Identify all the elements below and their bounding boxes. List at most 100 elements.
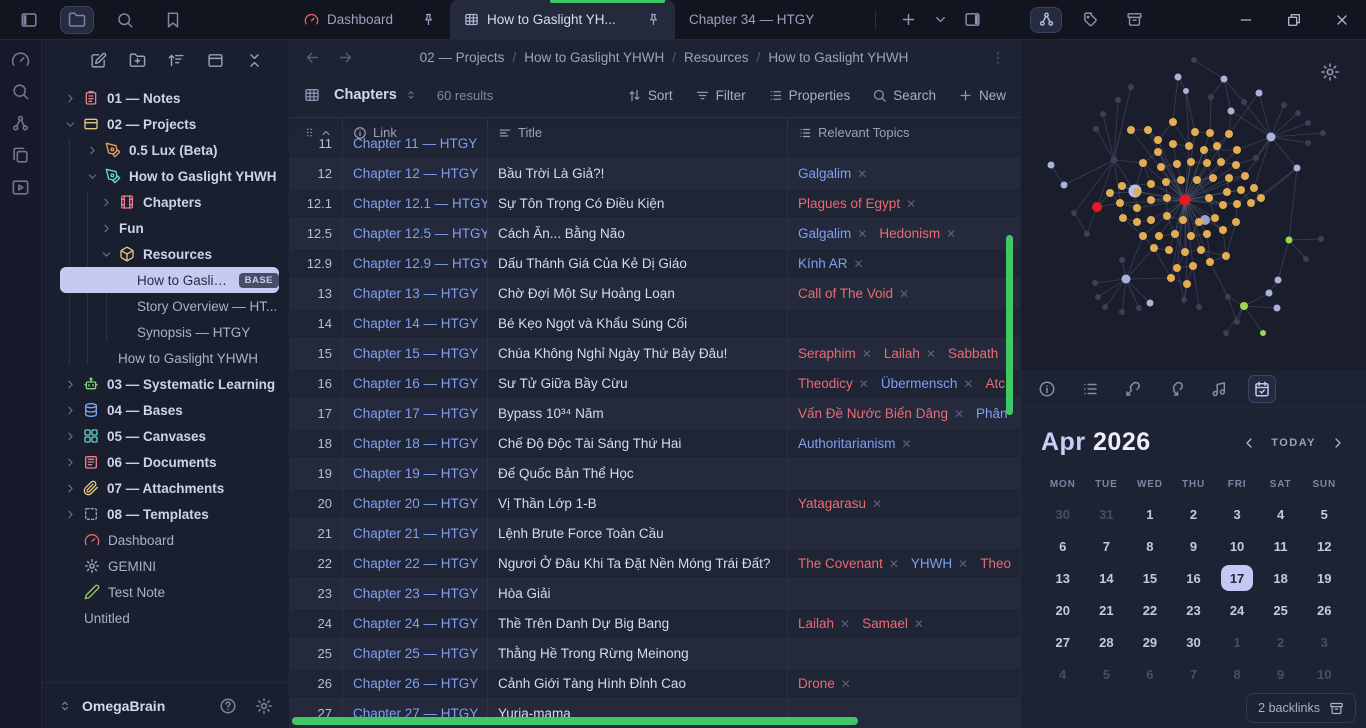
topic-chip[interactable]: Atc [985,376,1005,391]
calendar-day[interactable]: 10 [1215,530,1259,562]
sort-order-icon[interactable] [168,52,185,69]
breadcrumb-segment[interactable]: Resources [684,50,749,65]
table-row-12[interactable]: 12Chapter 12 — HTGYBầu Trời Là Giả?!Galg… [290,159,1020,189]
calendar-next-icon[interactable] [1330,435,1346,451]
remove-topic-icon[interactable]: ✕ [906,197,916,211]
graph-node[interactable] [1193,176,1201,184]
pin-icon[interactable] [421,12,436,27]
new-note-icon[interactable] [90,52,107,69]
topics-cell[interactable]: Theodicy✕Übermensch✕Atc [788,369,1020,398]
graph-node[interactable] [1274,305,1281,312]
topics-cell[interactable]: The Covenant✕YHWH✕Theo [788,549,1020,578]
view-name[interactable]: Chapters [334,87,397,103]
graph-node[interactable] [1150,244,1158,252]
tab-chapter-34-htgy[interactable]: Chapter 34 — HTGY [675,0,865,39]
toggle-left-sidebar-button[interactable] [12,6,46,34]
graph-node[interactable] [1237,186,1245,194]
panel-tab-audio[interactable] [1205,375,1233,403]
close-icon[interactable] [1334,12,1350,28]
tab-list-icon[interactable] [933,12,948,27]
graph-view-button[interactable] [1030,7,1062,33]
graph-ribbon-icon[interactable] [11,114,30,133]
graph-node[interactable] [1139,232,1147,240]
maximize-restore-icon[interactable] [1286,12,1302,28]
topics-cell[interactable]: Plagues of Egypt✕ [788,189,1020,218]
chevron-right-icon[interactable] [64,404,78,417]
settings-icon[interactable] [255,697,273,715]
graph-node[interactable] [1119,214,1127,222]
topic-chip[interactable]: YHWH✕ [911,556,968,571]
chapter-title[interactable]: Ngươi Ở Đâu Khi Ta Đặt Nền Móng Trái Đất… [488,549,788,578]
graph-node[interactable] [1200,146,1208,154]
backlinks-chip[interactable]: 2 backlinks [1246,693,1356,723]
graph-node[interactable] [1233,200,1241,208]
table-row-23[interactable]: 23Chapter 23 — HTGYHòa Giải [290,579,1020,609]
graph-node[interactable] [1048,162,1055,169]
chapter-link[interactable]: Chapter 15 — HTGY [353,346,478,361]
chapter-title[interactable]: Sự Tôn Trọng Có Điều Kiện [488,189,788,218]
calendar-day[interactable]: 10 [1302,658,1346,690]
topics-cell[interactable]: Kính AR✕ [788,249,1020,278]
graph-node[interactable] [1206,258,1214,266]
graph-node[interactable] [1133,218,1141,226]
graph-node[interactable] [1247,199,1255,207]
calendar-day[interactable]: 4 [1259,498,1303,530]
graph-node[interactable] [1295,110,1301,116]
calendar-day[interactable]: 21 [1085,594,1129,626]
chapter-title[interactable]: Thằng Hề Trong Rừng Meinong [488,639,788,668]
new-tab-icon[interactable] [900,11,917,28]
graph-node[interactable] [1092,280,1098,286]
graph-node[interactable] [1260,330,1266,336]
topic-chip[interactable]: Theo [980,556,1011,571]
chapter-link[interactable]: Chapter 23 — HTGY [353,586,478,601]
graph-node[interactable] [1225,174,1233,182]
table-row-14[interactable]: 14Chapter 14 — HTGYBé Kẹo Ngọt và Khẩu S… [290,309,1020,339]
chapter-title[interactable]: Chúa Không Nghỉ Ngày Thứ Bảy Đâu! [488,339,788,368]
graph-node[interactable] [1240,302,1248,310]
topics-cell[interactable]: Call of The Void✕ [788,279,1020,308]
topics-cell[interactable]: Galgalim✕ [788,159,1020,188]
calendar-day[interactable]: 18 [1259,562,1303,594]
file-untitled[interactable]: Untitled [42,605,289,631]
search-ribbon-icon[interactable] [11,82,30,101]
calendar-day[interactable]: 24 [1215,594,1259,626]
graph-node[interactable] [1217,158,1225,166]
folder-fun[interactable]: Fun [42,215,289,241]
chapter-title[interactable] [488,129,788,158]
graph-node[interactable] [1179,216,1187,224]
graph-node[interactable] [1213,142,1221,150]
table-row-20[interactable]: 20Chapter 20 — HTGYVị Thần Lớp 1-BYataga… [290,489,1020,519]
graph-node[interactable] [1223,330,1229,336]
graph-node[interactable] [1225,130,1233,138]
chapter-link[interactable]: Chapter 11 — HTGY [353,136,477,151]
new-button[interactable]: New [958,88,1006,103]
graph-node[interactable] [1147,196,1155,204]
graph-node[interactable] [1133,204,1141,212]
graph-node[interactable] [1084,231,1090,237]
chapter-title[interactable]: Thề Trên Danh Dự Big Bang [488,609,788,638]
topic-chip[interactable]: Plagues of Egypt✕ [798,196,916,211]
panel-tab-backlinks[interactable] [1119,375,1147,403]
chapter-link[interactable]: Chapter 12 — HTGY [353,166,478,181]
graph-node[interactable] [1250,184,1258,192]
chapter-title[interactable]: Lệnh Brute Force Toàn Cầu [488,519,788,548]
calendar-day[interactable]: 14 [1085,562,1129,594]
calendar-day[interactable]: 27 [1041,626,1085,658]
calendar-day[interactable]: 3 [1215,498,1259,530]
calendar-day[interactable]: 19 [1302,562,1346,594]
graph-node[interactable] [1183,88,1189,94]
graph-node[interactable] [1189,262,1197,270]
chevron-down-icon[interactable] [86,170,100,183]
tab-dashboard[interactable]: Dashboard [290,0,450,39]
graph-settings-icon[interactable] [1320,62,1340,82]
graph-node[interactable] [1100,111,1106,117]
bookmarks-view-button[interactable] [156,6,190,34]
remove-topic-icon[interactable]: ✕ [840,617,850,631]
chapter-link[interactable]: Chapter 24 — HTGY [353,616,478,631]
remove-topic-icon[interactable]: ✕ [889,557,899,571]
remove-topic-icon[interactable]: ✕ [854,257,864,271]
help-icon[interactable] [219,697,237,715]
auto-reveal-icon[interactable] [207,52,224,69]
chapter-title[interactable]: Cách Ăn... Bằng Não [488,219,788,248]
graph-node[interactable] [1211,214,1219,222]
